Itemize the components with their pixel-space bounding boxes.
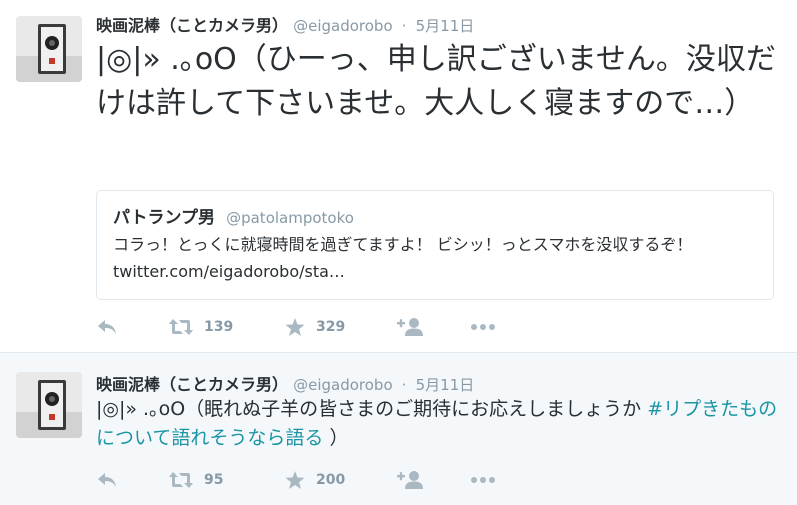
quote-header: パトランプ男 @patolampotoko: [113, 203, 354, 228]
follow-button[interactable]: [396, 314, 424, 340]
tweet-text: |◎|» .｡oO（ひーっ、申し訳ございません。没収だけは許して下さいませ。大人…: [96, 42, 776, 121]
like-button[interactable]: 200: [284, 467, 345, 493]
quote-author-handle: @patolampotoko: [226, 209, 354, 227]
reply-icon: [98, 320, 116, 334]
reply-button[interactable]: [96, 467, 118, 493]
timestamp[interactable]: 5月11日: [416, 17, 475, 35]
retweet-button[interactable]: 139: [168, 314, 233, 340]
like-count: 329: [316, 319, 346, 335]
retweet-count: 139: [204, 319, 234, 335]
like-count: 200: [316, 472, 346, 488]
reply-icon: [98, 473, 116, 487]
separator: ·: [401, 17, 407, 35]
reply-button[interactable]: [96, 314, 118, 340]
quote-text: コラっ！とっくに就寝時間を過ぎてますよ！ ビシッ！っとスマホを没収するぞ！ tw…: [113, 235, 693, 281]
avatar[interactable]: [16, 372, 82, 438]
tweet-header: 映画泥棒（ことカメラ男） @eigadorobo · 5月11日: [96, 371, 474, 395]
camera-man-avatar-icon: [16, 16, 82, 82]
add-user-icon: [397, 318, 423, 336]
quote-author-name: パトランプ男: [113, 208, 215, 228]
tweet-text: |◎|» .｡oO（眠れぬ子羊の皆さまのご期待にお応えしましょうか #リプきたも…: [96, 395, 786, 453]
timestamp[interactable]: 5月11日: [416, 376, 475, 394]
camera-man-avatar-icon: [16, 372, 82, 438]
avatar[interactable]: [16, 16, 82, 82]
author-name[interactable]: 映画泥棒（ことカメラ男）: [96, 16, 288, 35]
author-name[interactable]: 映画泥棒（ことカメラ男）: [96, 375, 288, 394]
more-icon: [471, 477, 495, 483]
tweet-text-part: |◎|» .｡oO（眠れぬ子羊の皆さまのご期待にお応えしましょうか: [96, 398, 648, 420]
retweet-count: 95: [204, 472, 224, 488]
tweet[interactable]: 映画泥棒（ことカメラ男） @eigadorobo · 5月11日 |◎|» .｡…: [0, 0, 797, 353]
author-handle[interactable]: @eigadorobo: [293, 17, 393, 35]
star-icon: [285, 471, 305, 489]
retweet-icon: [169, 472, 193, 488]
star-icon: [285, 318, 305, 336]
quoted-tweet[interactable]: パトランプ男 @patolampotoko コラっ！とっくに就寝時間を過ぎてます…: [96, 190, 774, 300]
retweet-icon: [169, 319, 193, 335]
separator: ·: [401, 376, 407, 394]
more-icon: [471, 324, 495, 330]
follow-button[interactable]: [396, 467, 424, 493]
tweet[interactable]: 映画泥棒（ことカメラ男） @eigadorobo · 5月11日 |◎|» .｡…: [0, 353, 797, 505]
retweet-button[interactable]: 95: [168, 467, 223, 493]
add-user-icon: [397, 471, 423, 489]
author-handle[interactable]: @eigadorobo: [293, 376, 393, 394]
more-button[interactable]: [470, 467, 496, 493]
tweet-text-part: ）: [323, 427, 349, 449]
tweet-header: 映画泥棒（ことカメラ男） @eigadorobo · 5月11日: [96, 12, 474, 36]
like-button[interactable]: 329: [284, 314, 345, 340]
more-button[interactable]: [470, 314, 496, 340]
